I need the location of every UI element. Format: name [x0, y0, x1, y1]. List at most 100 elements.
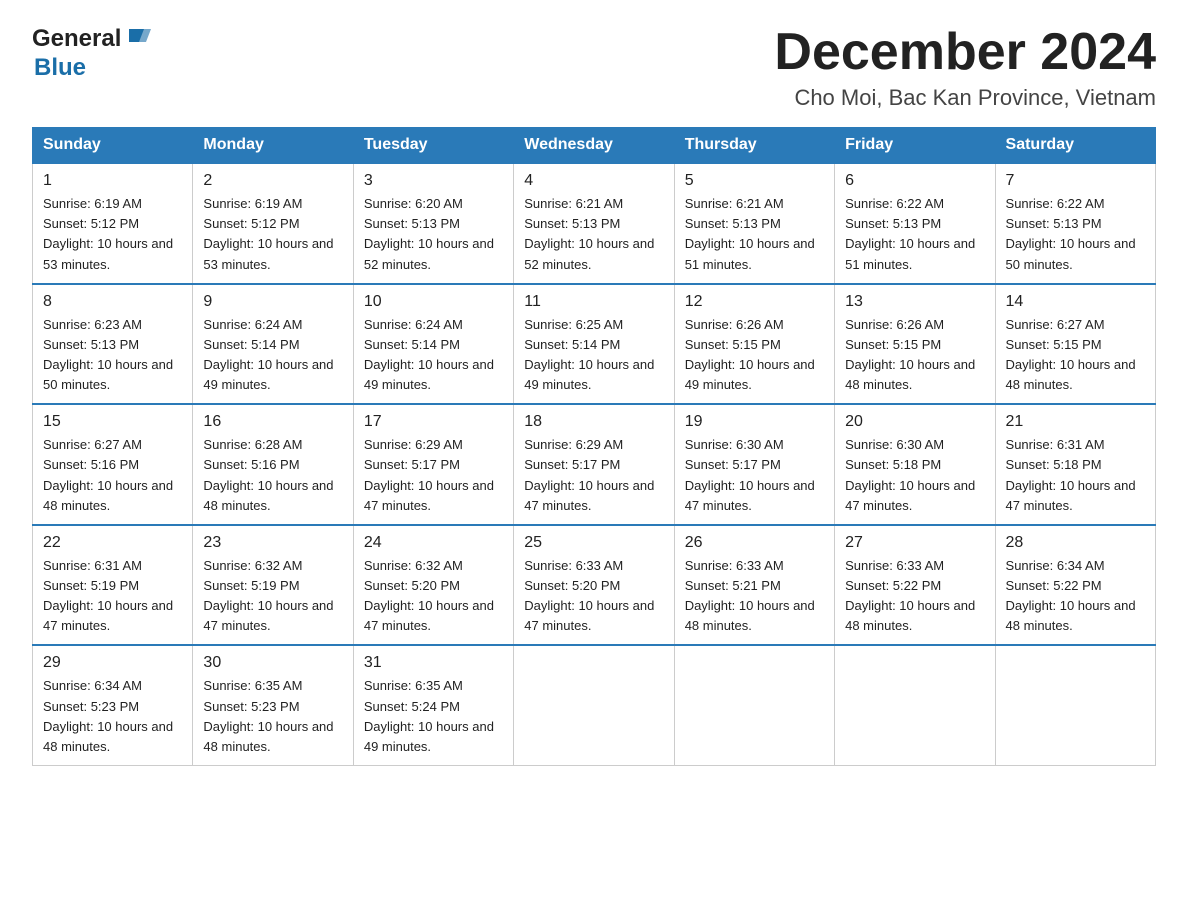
day-number: 31 — [364, 654, 503, 672]
calendar-header-row: SundayMondayTuesdayWednesdayThursdayFrid… — [33, 128, 1156, 164]
title-block: December 2024 Cho Moi, Bac Kan Province,… — [774, 24, 1156, 111]
day-header-monday: Monday — [193, 128, 353, 164]
day-detail: Sunrise: 6:24 AMSunset: 5:14 PMDaylight:… — [364, 315, 503, 396]
calendar-cell: 30 Sunrise: 6:35 AMSunset: 5:23 PMDaylig… — [193, 645, 353, 765]
day-number: 20 — [845, 413, 984, 431]
day-detail: Sunrise: 6:30 AMSunset: 5:18 PMDaylight:… — [845, 435, 984, 516]
calendar-cell: 21 Sunrise: 6:31 AMSunset: 5:18 PMDaylig… — [995, 404, 1155, 525]
calendar-cell: 18 Sunrise: 6:29 AMSunset: 5:17 PMDaylig… — [514, 404, 674, 525]
day-detail: Sunrise: 6:19 AMSunset: 5:12 PMDaylight:… — [43, 194, 182, 275]
day-number: 28 — [1006, 534, 1145, 552]
day-detail: Sunrise: 6:27 AMSunset: 5:15 PMDaylight:… — [1006, 315, 1145, 396]
day-number: 17 — [364, 413, 503, 431]
day-detail: Sunrise: 6:21 AMSunset: 5:13 PMDaylight:… — [685, 194, 824, 275]
calendar-cell: 26 Sunrise: 6:33 AMSunset: 5:21 PMDaylig… — [674, 525, 834, 646]
calendar-week-row: 8 Sunrise: 6:23 AMSunset: 5:13 PMDayligh… — [33, 284, 1156, 405]
day-header-friday: Friday — [835, 128, 995, 164]
day-header-thursday: Thursday — [674, 128, 834, 164]
calendar-cell: 27 Sunrise: 6:33 AMSunset: 5:22 PMDaylig… — [835, 525, 995, 646]
day-number: 14 — [1006, 293, 1145, 311]
day-number: 11 — [524, 293, 663, 311]
day-detail: Sunrise: 6:25 AMSunset: 5:14 PMDaylight:… — [524, 315, 663, 396]
day-detail: Sunrise: 6:23 AMSunset: 5:13 PMDaylight:… — [43, 315, 182, 396]
calendar-week-row: 15 Sunrise: 6:27 AMSunset: 5:16 PMDaylig… — [33, 404, 1156, 525]
day-number: 30 — [203, 654, 342, 672]
day-detail: Sunrise: 6:26 AMSunset: 5:15 PMDaylight:… — [845, 315, 984, 396]
day-number: 6 — [845, 172, 984, 190]
day-detail: Sunrise: 6:29 AMSunset: 5:17 PMDaylight:… — [524, 435, 663, 516]
calendar-cell: 4 Sunrise: 6:21 AMSunset: 5:13 PMDayligh… — [514, 163, 674, 284]
day-detail: Sunrise: 6:34 AMSunset: 5:22 PMDaylight:… — [1006, 556, 1145, 637]
day-number: 25 — [524, 534, 663, 552]
calendar-cell: 14 Sunrise: 6:27 AMSunset: 5:15 PMDaylig… — [995, 284, 1155, 405]
day-number: 22 — [43, 534, 182, 552]
day-header-sunday: Sunday — [33, 128, 193, 164]
day-detail: Sunrise: 6:35 AMSunset: 5:24 PMDaylight:… — [364, 676, 503, 757]
day-detail: Sunrise: 6:20 AMSunset: 5:13 PMDaylight:… — [364, 194, 503, 275]
day-header-tuesday: Tuesday — [353, 128, 513, 164]
calendar-cell: 17 Sunrise: 6:29 AMSunset: 5:17 PMDaylig… — [353, 404, 513, 525]
day-header-saturday: Saturday — [995, 128, 1155, 164]
day-number: 26 — [685, 534, 824, 552]
day-detail: Sunrise: 6:21 AMSunset: 5:13 PMDaylight:… — [524, 194, 663, 275]
calendar-cell: 25 Sunrise: 6:33 AMSunset: 5:20 PMDaylig… — [514, 525, 674, 646]
day-detail: Sunrise: 6:24 AMSunset: 5:14 PMDaylight:… — [203, 315, 342, 396]
day-detail: Sunrise: 6:33 AMSunset: 5:22 PMDaylight:… — [845, 556, 984, 637]
day-number: 1 — [43, 172, 182, 190]
day-number: 9 — [203, 293, 342, 311]
logo-blue-text: Blue — [34, 54, 86, 81]
day-detail: Sunrise: 6:34 AMSunset: 5:23 PMDaylight:… — [43, 676, 182, 757]
calendar-cell — [674, 645, 834, 765]
day-number: 8 — [43, 293, 182, 311]
day-detail: Sunrise: 6:32 AMSunset: 5:19 PMDaylight:… — [203, 556, 342, 637]
day-number: 21 — [1006, 413, 1145, 431]
calendar-cell: 10 Sunrise: 6:24 AMSunset: 5:14 PMDaylig… — [353, 284, 513, 405]
calendar-week-row: 22 Sunrise: 6:31 AMSunset: 5:19 PMDaylig… — [33, 525, 1156, 646]
day-detail: Sunrise: 6:26 AMSunset: 5:15 PMDaylight:… — [685, 315, 824, 396]
calendar-cell: 1 Sunrise: 6:19 AMSunset: 5:12 PMDayligh… — [33, 163, 193, 284]
calendar-cell: 12 Sunrise: 6:26 AMSunset: 5:15 PMDaylig… — [674, 284, 834, 405]
calendar-cell: 16 Sunrise: 6:28 AMSunset: 5:16 PMDaylig… — [193, 404, 353, 525]
calendar-cell: 28 Sunrise: 6:34 AMSunset: 5:22 PMDaylig… — [995, 525, 1155, 646]
day-detail: Sunrise: 6:33 AMSunset: 5:21 PMDaylight:… — [685, 556, 824, 637]
calendar-cell — [995, 645, 1155, 765]
day-number: 29 — [43, 654, 182, 672]
calendar-cell: 5 Sunrise: 6:21 AMSunset: 5:13 PMDayligh… — [674, 163, 834, 284]
calendar-cell: 7 Sunrise: 6:22 AMSunset: 5:13 PMDayligh… — [995, 163, 1155, 284]
calendar-cell: 2 Sunrise: 6:19 AMSunset: 5:12 PMDayligh… — [193, 163, 353, 284]
calendar-cell: 22 Sunrise: 6:31 AMSunset: 5:19 PMDaylig… — [33, 525, 193, 646]
day-header-wednesday: Wednesday — [514, 128, 674, 164]
calendar-cell: 23 Sunrise: 6:32 AMSunset: 5:19 PMDaylig… — [193, 525, 353, 646]
day-detail: Sunrise: 6:27 AMSunset: 5:16 PMDaylight:… — [43, 435, 182, 516]
logo-general-text: General — [32, 25, 121, 53]
calendar-cell: 13 Sunrise: 6:26 AMSunset: 5:15 PMDaylig… — [835, 284, 995, 405]
day-number: 12 — [685, 293, 824, 311]
calendar-cell: 29 Sunrise: 6:34 AMSunset: 5:23 PMDaylig… — [33, 645, 193, 765]
day-detail: Sunrise: 6:30 AMSunset: 5:17 PMDaylight:… — [685, 435, 824, 516]
calendar-week-row: 29 Sunrise: 6:34 AMSunset: 5:23 PMDaylig… — [33, 645, 1156, 765]
calendar-cell: 20 Sunrise: 6:30 AMSunset: 5:18 PMDaylig… — [835, 404, 995, 525]
day-number: 15 — [43, 413, 182, 431]
day-detail: Sunrise: 6:28 AMSunset: 5:16 PMDaylight:… — [203, 435, 342, 516]
calendar-cell — [514, 645, 674, 765]
day-number: 18 — [524, 413, 663, 431]
day-detail: Sunrise: 6:22 AMSunset: 5:13 PMDaylight:… — [1006, 194, 1145, 275]
calendar-cell: 6 Sunrise: 6:22 AMSunset: 5:13 PMDayligh… — [835, 163, 995, 284]
day-detail: Sunrise: 6:32 AMSunset: 5:20 PMDaylight:… — [364, 556, 503, 637]
day-number: 4 — [524, 172, 663, 190]
logo-flag-icon — [124, 24, 154, 54]
calendar-cell: 9 Sunrise: 6:24 AMSunset: 5:14 PMDayligh… — [193, 284, 353, 405]
calendar-cell: 11 Sunrise: 6:25 AMSunset: 5:14 PMDaylig… — [514, 284, 674, 405]
calendar-cell: 31 Sunrise: 6:35 AMSunset: 5:24 PMDaylig… — [353, 645, 513, 765]
calendar-cell: 3 Sunrise: 6:20 AMSunset: 5:13 PMDayligh… — [353, 163, 513, 284]
calendar-cell: 19 Sunrise: 6:30 AMSunset: 5:17 PMDaylig… — [674, 404, 834, 525]
day-number: 24 — [364, 534, 503, 552]
day-number: 16 — [203, 413, 342, 431]
day-number: 19 — [685, 413, 824, 431]
day-detail: Sunrise: 6:31 AMSunset: 5:19 PMDaylight:… — [43, 556, 182, 637]
calendar-cell: 24 Sunrise: 6:32 AMSunset: 5:20 PMDaylig… — [353, 525, 513, 646]
day-number: 27 — [845, 534, 984, 552]
calendar-cell — [835, 645, 995, 765]
calendar-table: SundayMondayTuesdayWednesdayThursdayFrid… — [32, 127, 1156, 766]
calendar-cell: 15 Sunrise: 6:27 AMSunset: 5:16 PMDaylig… — [33, 404, 193, 525]
